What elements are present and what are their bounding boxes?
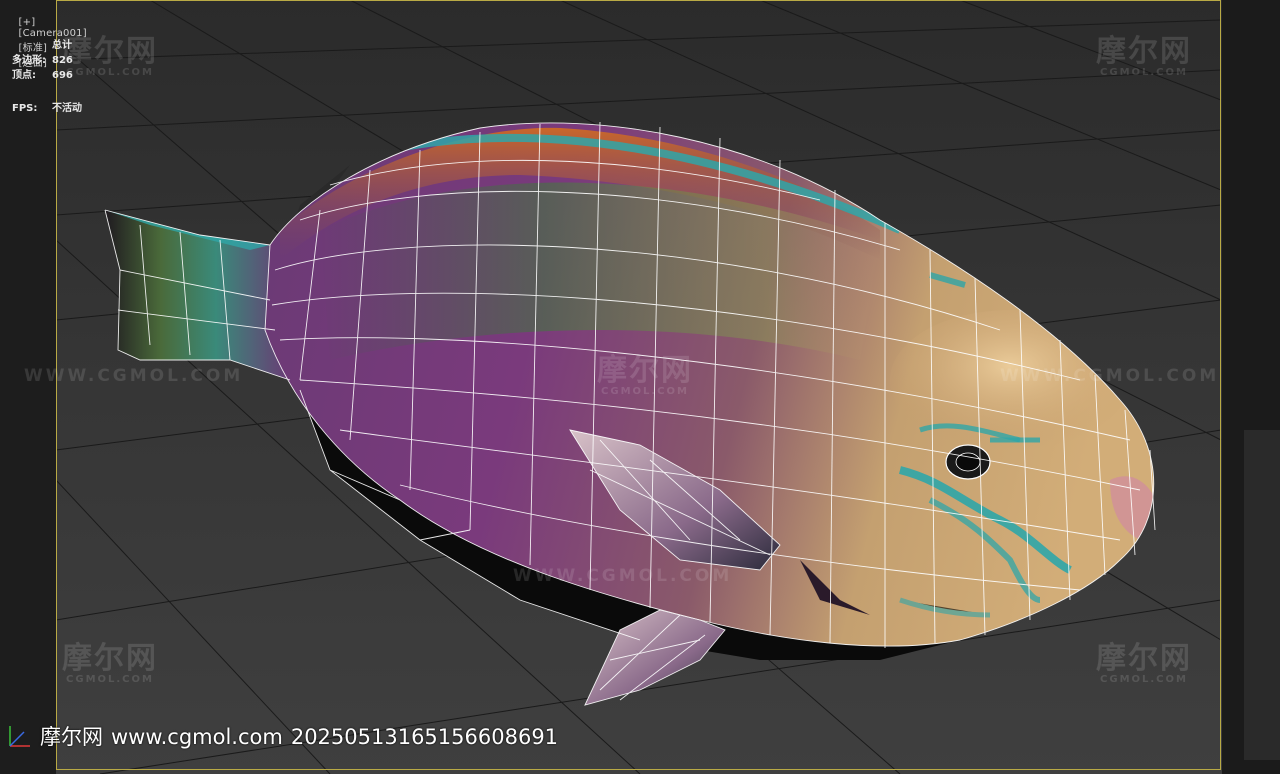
watermark-url: WWW.CGMOL.COM <box>1000 366 1220 386</box>
watermark-logo: 摩尔网 CGMOL.COM <box>1096 36 1192 78</box>
watermark-logo: 摩尔网 CGMOL.COM <box>62 643 158 685</box>
watermark-url: WWW.CGMOL.COM <box>513 566 733 586</box>
watermark-logo: 摩尔网 CGMOL.COM <box>597 355 693 397</box>
3d-viewport[interactable]: [+] [Camera001] [标准] [边面] 总计 多边形: 826 顶点:… <box>0 0 1280 774</box>
watermark-brand: 摩尔网 <box>597 353 693 388</box>
fps-readout: FPS: 不活动 <box>12 99 82 114</box>
footer-watermark: 摩尔网 www.cgmol.com 20250513165156608691 <box>40 721 566 751</box>
footer-id: 20250513165156608691 <box>290 725 559 749</box>
footer-brand: 摩尔网 <box>40 725 103 749</box>
watermark-logo: 摩尔网 CGMOL.COM <box>62 36 158 78</box>
watermark-brand-sub: CGMOL.COM <box>601 386 689 397</box>
watermark-logo: 摩尔网 CGMOL.COM <box>1096 643 1192 685</box>
fps-label: FPS: <box>12 103 38 114</box>
watermark-brand: 摩尔网 <box>1096 641 1192 676</box>
watermark-brand: 摩尔网 <box>62 641 158 676</box>
footer-url: www.cgmol.com <box>111 725 283 749</box>
watermark-brand-sub: CGMOL.COM <box>66 67 154 78</box>
watermark-brand-sub: CGMOL.COM <box>1100 67 1188 78</box>
stats-polygons-label: 多边形: <box>12 55 46 66</box>
left-panel-strip <box>0 0 56 774</box>
watermark-brand-sub: CGMOL.COM <box>1100 674 1188 685</box>
watermark-brand-sub: CGMOL.COM <box>66 674 154 685</box>
watermark-url: WWW.CGMOL.COM <box>24 366 244 386</box>
fish-model <box>104 121 1156 706</box>
stats-vertices-label: 顶点: <box>12 70 36 81</box>
fps-value: 不活动 <box>52 103 82 114</box>
watermark-brand: 摩尔网 <box>1096 34 1192 69</box>
viewport-menu-plus[interactable]: [+] <box>19 17 36 28</box>
watermark-brand: 摩尔网 <box>62 34 158 69</box>
axis-gizmo-icon <box>9 726 30 747</box>
right-panel-block <box>1244 430 1280 760</box>
